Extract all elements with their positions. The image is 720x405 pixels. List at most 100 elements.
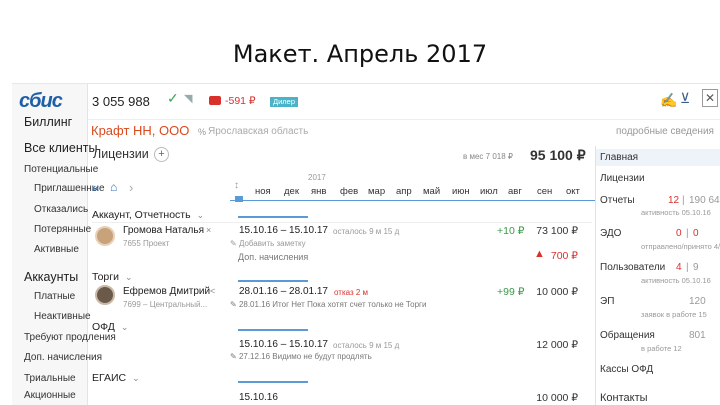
panel-item-reports[interactable]: Отчеты bbox=[600, 195, 635, 206]
month-label: июн bbox=[452, 186, 470, 197]
sidebar-item-billing[interactable]: Биллинг bbox=[24, 115, 72, 129]
sidebar-item-inactive[interactable]: Неактивные bbox=[34, 311, 91, 322]
sidebar-item-lost[interactable]: Потерянные bbox=[34, 224, 91, 235]
month-label: авг bbox=[508, 186, 522, 197]
sidebar-item-promo[interactable]: Акционные bbox=[24, 390, 76, 401]
group-tenders[interactable]: Торги ⌄ bbox=[92, 271, 133, 283]
month-label: апр bbox=[396, 186, 412, 197]
sidebar-item-extra-charges[interactable]: Доп. начисления bbox=[24, 352, 102, 363]
license-period[interactable]: 15.10.16 – 15.10.17 bbox=[239, 225, 328, 236]
collapse-icon[interactable]: < bbox=[210, 286, 215, 296]
person-name[interactable]: Ефремов Дмитрий bbox=[123, 286, 210, 297]
group-label: ЕГАИС bbox=[92, 372, 127, 384]
chevron-double-left-icon[interactable]: « bbox=[92, 180, 99, 195]
signature-icon[interactable]: ✍ bbox=[660, 92, 677, 109]
person-name[interactable]: Громова Наталья bbox=[123, 225, 204, 236]
sidebar-item-refused[interactable]: Отказались bbox=[34, 204, 88, 215]
month-label: янв bbox=[311, 186, 327, 197]
group-label: ОФД bbox=[92, 321, 115, 333]
sidebar-item-trial[interactable]: Триальные bbox=[24, 373, 76, 384]
panel-item-requests[interactable]: Обращения bbox=[600, 330, 655, 341]
signal-icon: ◥ bbox=[184, 93, 193, 105]
timeline-current-marker[interactable] bbox=[235, 196, 243, 202]
note-text: 28.01.16 Итог Нет Пока хотят счет только… bbox=[238, 300, 427, 309]
panel-item-contacts[interactable]: Контакты bbox=[600, 392, 648, 404]
license-amount: 10 000 ₽ bbox=[536, 286, 578, 298]
remaining-time: осталось 9 м 15 д bbox=[333, 227, 400, 236]
add-license-button[interactable]: + bbox=[154, 147, 169, 162]
timeline-year: 2017 bbox=[308, 173, 326, 182]
chevron-down-icon: ⌄ bbox=[120, 322, 129, 332]
row-note: ✎ 28.01.16 Итог Нет Пока хотят счет толь… bbox=[230, 300, 427, 309]
home-icon[interactable]: ⌂ bbox=[110, 180, 117, 194]
sidebar-item-accounts[interactable]: Аккаунты bbox=[24, 270, 78, 284]
monthly-total-label: в мес 7 018 ₽ bbox=[463, 152, 513, 161]
license-amount: 12 000 ₽ bbox=[536, 339, 578, 351]
panel-item-users[interactable]: Пользователи bbox=[600, 262, 665, 273]
app-window: сбис Биллинг Все клиенты Потенциальные П… bbox=[12, 83, 720, 405]
sidebar-item-all-clients[interactable]: Все клиенты bbox=[24, 141, 97, 155]
close-icon[interactable]: ✕ bbox=[702, 89, 718, 107]
check-icon: ✓ bbox=[167, 90, 179, 106]
debt-value: -591 ₽ bbox=[225, 95, 256, 107]
sidebar-item-paid[interactable]: Платные bbox=[34, 291, 75, 302]
license-period[interactable]: 15.10.16 – 15.10.17 bbox=[239, 339, 328, 350]
panel-item-edo[interactable]: ЭДО bbox=[600, 228, 621, 239]
panel-item-licenses[interactable]: Лицензии bbox=[600, 173, 645, 184]
add-note-link[interactable]: ✎ Добавить заметку bbox=[230, 239, 306, 248]
row-note: ✎ 27.12.16 Видимо не будут продлять bbox=[230, 352, 372, 361]
license-amount: 73 100 ₽ bbox=[536, 225, 578, 237]
divider-mark: | bbox=[686, 228, 689, 239]
month-label: окт bbox=[566, 186, 580, 197]
region-prefix: % bbox=[198, 127, 207, 137]
edo-total: 0 bbox=[693, 228, 699, 239]
sidebar-item-renewal[interactable]: Требуют продления bbox=[24, 332, 116, 343]
requests-activity: в работе 12 bbox=[641, 344, 682, 353]
group-egais[interactable]: ЕГАИС ⌄ bbox=[92, 372, 140, 384]
avatar[interactable] bbox=[95, 226, 115, 246]
filter-icon[interactable]: ⊻ bbox=[680, 90, 690, 107]
person-subtitle: 7699 – Центральный... bbox=[123, 300, 208, 309]
video-icon[interactable] bbox=[209, 96, 221, 105]
details-link[interactable]: подробные сведения bbox=[616, 126, 714, 137]
group-account-reporting[interactable]: Аккаунт, Отчетность ⌄ bbox=[92, 209, 204, 221]
dealer-badge: Дилер bbox=[270, 97, 298, 107]
licenses-total: 95 100 ₽ bbox=[530, 147, 586, 163]
group-ofd[interactable]: ОФД ⌄ bbox=[92, 321, 128, 333]
sidebar-item-potential[interactable]: Потенциальные bbox=[24, 164, 98, 175]
panel-item-ep[interactable]: ЭП bbox=[600, 296, 614, 307]
license-period[interactable]: 15.10.16 bbox=[239, 392, 278, 403]
extra-charges-link[interactable]: Доп. начисления bbox=[238, 252, 308, 262]
note-text: 27.12.16 Видимо не будут продлять bbox=[238, 352, 372, 361]
panel-item-ofd-cash[interactable]: Кассы ОФД bbox=[600, 364, 653, 375]
group-label: Аккаунт, Отчетность bbox=[92, 209, 191, 221]
reports-activity: активность 05.10.16 bbox=[641, 208, 711, 217]
ep-activity: заявок в работе 15 bbox=[641, 310, 707, 319]
users-total: 9 bbox=[693, 262, 699, 273]
period-bar bbox=[238, 216, 308, 218]
users-count: 4 bbox=[676, 262, 682, 273]
panel-item-main[interactable]: Главная bbox=[596, 149, 720, 166]
chevron-right-icon[interactable]: › bbox=[129, 180, 133, 195]
right-panel: Главная Лицензии Отчеты 12 | 190 645 акт… bbox=[595, 146, 720, 405]
company-name[interactable]: Крафт НН, ООО bbox=[91, 123, 189, 138]
group-label: Торги bbox=[92, 271, 119, 283]
month-label: ноя bbox=[255, 186, 271, 197]
license-period[interactable]: 28.01.16 – 28.01.17 bbox=[239, 286, 328, 297]
sbis-logo[interactable]: сбис bbox=[19, 90, 63, 113]
license-amount: 10 000 ₽ bbox=[536, 392, 578, 404]
divider bbox=[92, 222, 592, 223]
overdue-amount: 700 ₽ bbox=[550, 250, 578, 262]
calendar-icon[interactable]: ↕ bbox=[234, 180, 239, 191]
close-icon[interactable]: × bbox=[206, 225, 211, 235]
person-subtitle: 7655 Проект bbox=[123, 239, 170, 248]
sidebar-item-active[interactable]: Активные bbox=[34, 244, 79, 255]
period-bar bbox=[238, 280, 308, 282]
company-region: Ярославская область bbox=[208, 126, 309, 137]
month-label: фев bbox=[340, 186, 359, 197]
refusal-status: отказ 2 м bbox=[334, 288, 369, 297]
divider-mark: | bbox=[682, 195, 685, 206]
period-bar bbox=[238, 381, 308, 383]
period-bar bbox=[238, 329, 308, 331]
avatar[interactable] bbox=[95, 285, 115, 305]
